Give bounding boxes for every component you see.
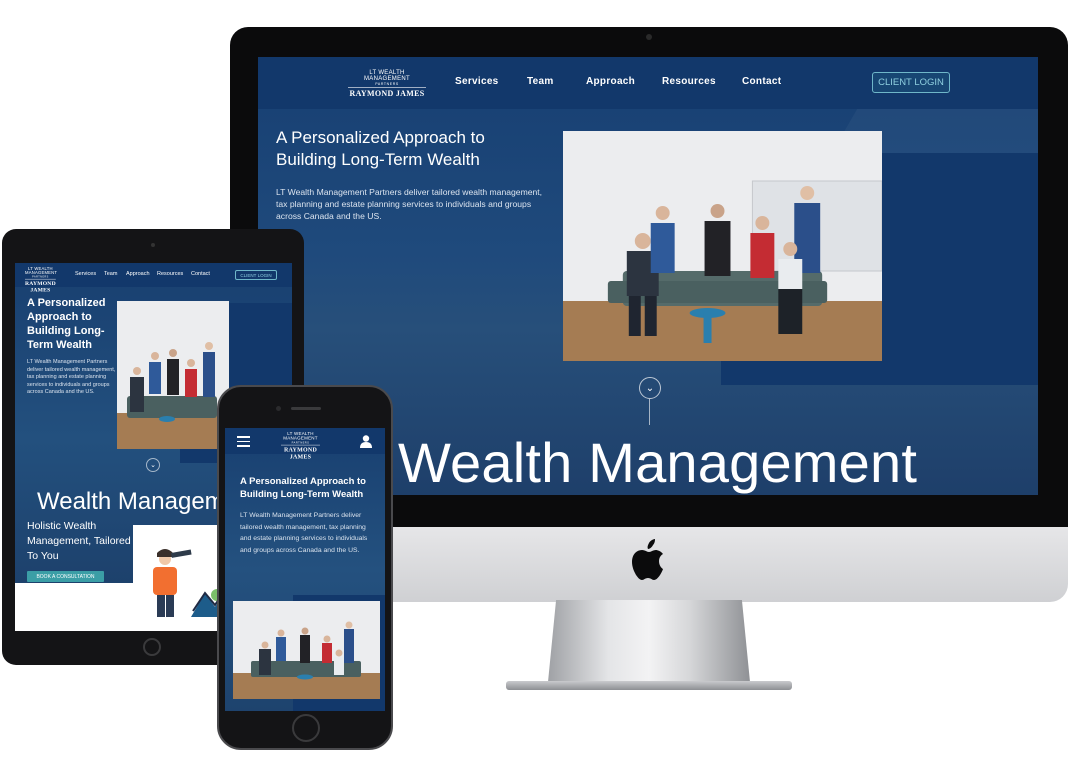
- hamburger-menu-icon[interactable]: [237, 436, 250, 447]
- hero-description: LT Wealth Management Partners deliver ta…: [276, 187, 543, 221]
- team-photo: [117, 301, 229, 449]
- wealth-management-heading: Wealth Management: [398, 431, 918, 494]
- holistic-heading: Holistic Wealth Management, Tailored To …: [27, 520, 131, 562]
- site-logo[interactable]: LT WEALTH MANAGEMENT PARTNERS RAYMOND JA…: [348, 70, 426, 98]
- nav-link-resources[interactable]: Resources: [157, 271, 183, 277]
- nav-link-team[interactable]: Team: [527, 76, 554, 87]
- user-account-icon[interactable]: [359, 434, 373, 448]
- scroll-indicator-line: [649, 399, 650, 425]
- team-photo: [563, 131, 882, 361]
- book-consultation-button[interactable]: BOOK A CONSULTATION: [27, 571, 104, 582]
- scroll-down-icon[interactable]: ⌄: [146, 458, 160, 472]
- wealth-management-heading: Wealth Managem: [37, 488, 225, 515]
- home-button: [143, 638, 161, 656]
- camera-dot: [151, 243, 155, 247]
- mobile-website: LT WEALTH MANAGEMENT PARTNERS RAYMOND JA…: [225, 428, 385, 711]
- imac-stand: [548, 600, 750, 682]
- camera-dot: [276, 406, 281, 411]
- camera-dot: [646, 34, 652, 40]
- nav-link-contact[interactable]: Contact: [742, 76, 781, 87]
- hero-title: A Personalized Approach to Building Long…: [27, 297, 106, 351]
- hero-description: LT Wealth Management Partners deliver ta…: [27, 359, 116, 395]
- apple-logo-icon: [632, 539, 663, 580]
- nav-link-resources[interactable]: Resources: [662, 76, 716, 87]
- desktop-navbar: LT WEALTH MANAGEMENT PARTNERS RAYMOND JA…: [258, 57, 1038, 109]
- home-button: [292, 714, 320, 742]
- client-login-button[interactable]: CLIENT LOGIN: [872, 72, 950, 93]
- scroll-down-icon[interactable]: ⌄: [639, 377, 661, 399]
- site-logo[interactable]: LT WEALTH MANAGEMENT PARTNERS RAYMOND JA…: [281, 432, 320, 460]
- tablet-navbar: LT WEALTH MANAGEMENT PARTNERS RAYMOND JA…: [15, 263, 292, 293]
- mobile-navbar: LT WEALTH MANAGEMENT PARTNERS RAYMOND JA…: [225, 428, 385, 460]
- nav-link-approach[interactable]: Approach: [586, 76, 635, 87]
- nav-link-team[interactable]: Team: [104, 271, 117, 277]
- nav-link-contact[interactable]: Contact: [191, 271, 210, 277]
- team-photo: [233, 601, 380, 699]
- imac-foot: [506, 681, 792, 690]
- nav-link-approach[interactable]: Approach: [126, 271, 150, 277]
- hero-title: A Personalized Approach to Building Long…: [276, 128, 485, 169]
- hero-title: A Personalized Approach to Building Long…: [240, 476, 366, 500]
- site-logo[interactable]: LT WEALTH MANAGEMENT PARTNERS RAYMOND JA…: [25, 267, 57, 293]
- nav-link-services[interactable]: Services: [455, 76, 499, 87]
- phone-device: LT WEALTH MANAGEMENT PARTNERS RAYMOND JA…: [217, 385, 393, 750]
- hero-description: LT Wealth Management Partners deliver ta…: [240, 512, 368, 554]
- phone-speaker: [291, 407, 321, 410]
- nav-link-services[interactable]: Services: [75, 271, 96, 277]
- client-login-button[interactable]: CLIENT LOGIN: [235, 270, 277, 280]
